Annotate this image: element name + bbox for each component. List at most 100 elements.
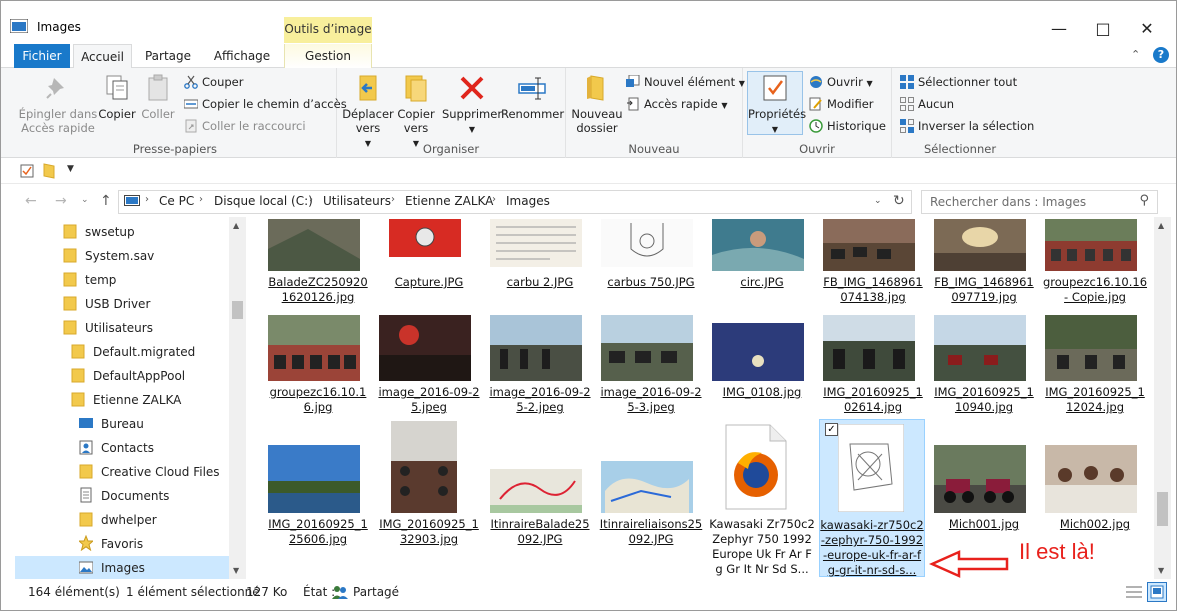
- copy-button[interactable]: Copier: [98, 72, 136, 121]
- tab-share[interactable]: Partage: [137, 44, 199, 68]
- large-icons-view-button[interactable]: [1147, 582, 1167, 602]
- copy-to-button[interactable]: Copier vers ▼: [393, 72, 439, 151]
- breadcrumb-users[interactable]: Utilisateurs: [323, 194, 391, 208]
- edit-button[interactable]: Modifier: [809, 94, 874, 114]
- file-tile[interactable]: BaladeZC2509201620126.jpg: [265, 217, 371, 309]
- nav-item-documents[interactable]: Documents: [79, 484, 169, 508]
- tab-file[interactable]: Fichier: [14, 44, 70, 68]
- file-tile[interactable]: Itinraireliaisons25092.JPG: [598, 421, 704, 575]
- file-tile[interactable]: IMG_20160925_102614.jpg: [820, 313, 926, 419]
- file-tile[interactable]: Kawasaki Zr750c2 Zephyr 750 1992 Europe …: [709, 421, 815, 576]
- copy-path-button[interactable]: Copier le chemin d’accès: [184, 94, 347, 114]
- nav-item-default-migrated[interactable]: Default.migrated: [71, 340, 195, 364]
- breadcrumb-sep-icon[interactable]: ›: [199, 194, 203, 205]
- paste-shortcut-button[interactable]: Coller le raccourci: [184, 116, 306, 136]
- scroll-up-icon[interactable]: ▲: [233, 221, 239, 230]
- help-icon[interactable]: ?: [1153, 47, 1169, 63]
- properties-small-icon[interactable]: [20, 164, 34, 178]
- breadcrumb-sep-icon[interactable]: ›: [309, 194, 313, 205]
- file-tile[interactable]: IMG_0108.jpg: [709, 313, 815, 419]
- paste-button[interactable]: Coller: [138, 72, 178, 121]
- new-folder-button[interactable]: Nouveau dossier: [569, 72, 625, 135]
- nav-item-favoris[interactable]: Favoris: [79, 532, 143, 556]
- breadcrumb-sep-icon[interactable]: ›: [391, 194, 395, 205]
- search-input[interactable]: Rechercher dans : Images ⚲: [921, 190, 1158, 214]
- rename-button[interactable]: Renommer: [501, 72, 564, 121]
- open-button[interactable]: Ouvrir ▼: [809, 72, 873, 92]
- content-scroll-thumb[interactable]: [1157, 492, 1168, 526]
- file-tile-selected[interactable]: ✓ kawasaki-zr750c2-zephyr-750-1992-europ…: [819, 419, 925, 577]
- file-tile[interactable]: IMG_20160925_112024.jpg: [1042, 313, 1148, 419]
- nav-item-label: DefaultAppPool: [93, 369, 186, 383]
- invert-selection-button[interactable]: Inverser la sélection: [900, 116, 1034, 136]
- delete-button[interactable]: Supprimer ▼: [441, 72, 503, 137]
- selection-checkbox[interactable]: ✓: [825, 423, 838, 436]
- nav-pane-scrollbar[interactable]: ▲ ▼: [229, 217, 246, 579]
- nav-item-usb-driver[interactable]: USB Driver: [63, 292, 150, 316]
- file-tile[interactable]: carbu 2.JPG: [487, 217, 593, 309]
- breadcrumb-sep-icon[interactable]: ›: [492, 194, 496, 205]
- file-tile[interactable]: FB_IMG_1468961097719.jpg: [931, 217, 1037, 309]
- address-dropdown-icon[interactable]: ⌄: [874, 196, 882, 206]
- collapse-ribbon-icon[interactable]: ⌃: [1131, 48, 1140, 61]
- scroll-down-icon[interactable]: ▼: [233, 566, 239, 575]
- file-tile[interactable]: FB_IMG_1468961074138.jpg: [820, 217, 926, 309]
- nav-item-utilisateurs[interactable]: Utilisateurs: [63, 316, 153, 340]
- file-tile[interactable]: circ.JPG: [709, 217, 815, 309]
- file-tile[interactable]: image_2016-09-25-3.jpeg: [598, 313, 704, 419]
- move-to-button[interactable]: Déplacer vers ▼: [341, 72, 395, 151]
- breadcrumb-images[interactable]: Images: [506, 194, 550, 208]
- file-tile[interactable]: carbus 750.JPG: [598, 217, 704, 309]
- file-tile[interactable]: IMG_20160925_110940.jpg: [931, 313, 1037, 419]
- address-bar[interactable]: › Ce PC › Disque local (C:) › Utilisateu…: [118, 190, 912, 214]
- breadcrumb-this-pc[interactable]: Ce PC: [159, 194, 194, 208]
- refresh-icon[interactable]: ↻: [893, 193, 905, 209]
- new-item-button[interactable]: Nouvel élément ▼: [626, 72, 745, 92]
- nav-item-creative-cloud[interactable]: Creative Cloud Files: [79, 460, 220, 484]
- customize-toolbar-icon[interactable]: ▼: [67, 164, 74, 174]
- recent-locations-icon[interactable]: ⌄: [81, 195, 89, 205]
- tab-home[interactable]: Accueil: [73, 44, 132, 69]
- nav-scroll-thumb[interactable]: [232, 301, 243, 319]
- scroll-up-icon[interactable]: ▲: [1158, 221, 1164, 230]
- forward-arrow-icon[interactable]: →: [55, 193, 67, 209]
- file-tile[interactable]: groupezc16.10.16 - Copie.jpg: [1042, 217, 1148, 309]
- nav-item-defaultapppool[interactable]: DefaultAppPool: [71, 364, 185, 388]
- nav-item-bureau[interactable]: Bureau: [79, 412, 144, 436]
- easy-access-button[interactable]: Accès rapide ▼: [626, 94, 728, 114]
- nav-item-dwhelper[interactable]: dwhelper: [79, 508, 157, 532]
- breadcrumb-user[interactable]: Etienne ZALKA: [405, 194, 493, 208]
- file-tile[interactable]: groupezc16.10.16.jpg: [265, 313, 371, 419]
- history-button[interactable]: Historique: [809, 116, 886, 136]
- file-tile[interactable]: image_2016-09-25-2.jpeg: [487, 313, 593, 419]
- back-arrow-icon[interactable]: ←: [25, 193, 37, 209]
- tab-view[interactable]: Affichage: [205, 44, 279, 68]
- breadcrumb-sep-icon[interactable]: ›: [145, 194, 149, 205]
- nav-item-etienne-zalka[interactable]: Etienne ZALKA: [71, 388, 181, 412]
- nav-item-contacts[interactable]: Contacts: [79, 436, 154, 460]
- up-arrow-icon[interactable]: ↑: [100, 193, 112, 209]
- file-tile[interactable]: IMG_20160925_125606.jpg: [265, 421, 371, 575]
- file-tile[interactable]: Capture.JPG: [376, 217, 482, 309]
- file-tile[interactable]: ItinraireBalade25092.JPG: [487, 421, 593, 575]
- scroll-down-icon[interactable]: ▼: [1158, 566, 1164, 575]
- nav-item-images[interactable]: Images: [15, 556, 229, 579]
- properties-button[interactable]: Propriétés ▼: [747, 71, 806, 135]
- content-scrollbar[interactable]: ▲ ▼: [1154, 217, 1171, 579]
- nav-item-swsetup[interactable]: swsetup: [63, 220, 135, 244]
- nav-item-temp[interactable]: temp: [63, 268, 116, 292]
- maximize-button[interactable]: □: [1080, 16, 1126, 42]
- close-button[interactable]: ✕: [1124, 16, 1170, 42]
- file-tile[interactable]: IMG_20160925_132903.jpg: [376, 421, 482, 575]
- new-folder-small-icon[interactable]: [42, 163, 56, 179]
- tab-manage[interactable]: Gestion: [284, 44, 372, 68]
- details-view-icon[interactable]: [1126, 585, 1142, 599]
- minimize-button[interactable]: —: [1036, 16, 1082, 42]
- file-tile[interactable]: image_2016-09-25.jpeg: [376, 313, 482, 419]
- cut-button[interactable]: Couper: [184, 72, 243, 92]
- select-none-button[interactable]: Aucun: [900, 94, 954, 114]
- breadcrumb-local-disk[interactable]: Disque local (C:): [214, 194, 313, 208]
- pin-quick-access-button[interactable]: Épingler dans Accès rapide: [18, 72, 98, 135]
- select-all-button[interactable]: Sélectionner tout: [900, 72, 1017, 92]
- nav-item-system-sav[interactable]: System.sav: [63, 244, 154, 268]
